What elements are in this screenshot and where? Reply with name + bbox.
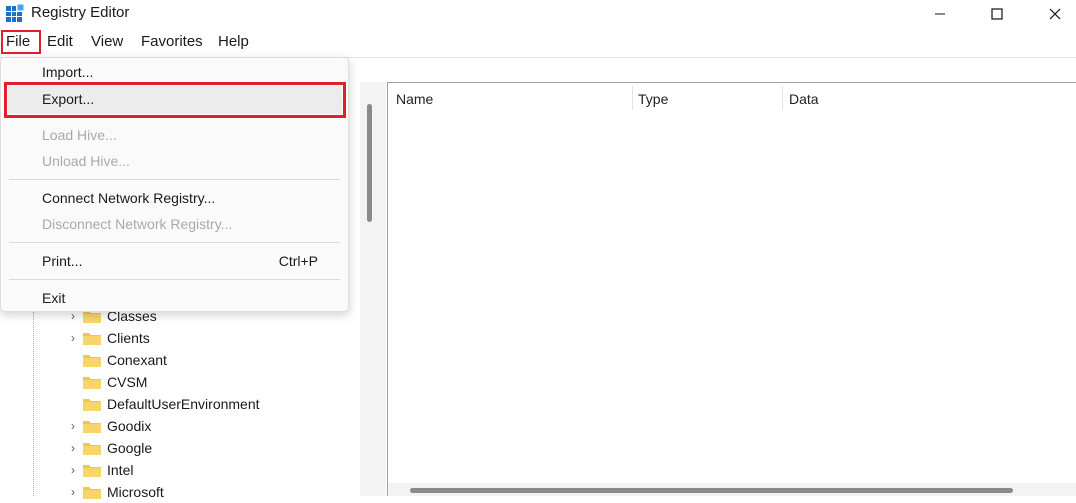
tree-item-conexant[interactable]: Conexant	[67, 349, 167, 371]
tree-item-google[interactable]: › Google	[67, 437, 152, 459]
tree-item-goodix[interactable]: › Goodix	[67, 415, 151, 437]
close-icon	[1049, 8, 1061, 20]
menu-item-unload-hive: Unload Hive...	[42, 153, 130, 169]
minimize-button[interactable]	[910, 0, 970, 28]
menu-bar: File Edit View Favorites Help	[0, 30, 1076, 55]
menu-separator	[9, 242, 340, 243]
menu-item-exit[interactable]: Exit	[42, 290, 65, 306]
folder-icon	[83, 399, 101, 411]
menu-item-disconnect-network-registry: Disconnect Network Registry...	[42, 216, 233, 232]
column-header-name[interactable]: Name	[396, 91, 433, 107]
registry-editor-icon	[6, 4, 24, 22]
folder-icon	[83, 465, 101, 477]
tree-item-microsoft[interactable]: › Microsoft	[67, 481, 164, 503]
window-title: Registry Editor	[31, 4, 130, 21]
column-divider[interactable]	[632, 86, 633, 110]
tree-item-cvsm[interactable]: CVSM	[67, 371, 147, 393]
column-header-data[interactable]: Data	[789, 91, 819, 107]
menu-favorites[interactable]: Favorites	[141, 33, 203, 50]
chevron-right-icon[interactable]: ›	[67, 441, 79, 455]
menu-edit[interactable]: Edit	[47, 33, 73, 50]
values-horizontal-scrollbar-thumb[interactable]	[410, 488, 1013, 493]
folder-icon	[83, 487, 101, 499]
menu-item-load-hive: Load Hive...	[42, 127, 117, 143]
tree-item-intel[interactable]: › Intel	[67, 459, 133, 481]
export-highlight-box	[4, 82, 346, 118]
title-bar: Registry Editor	[0, 0, 1076, 28]
menu-item-print[interactable]: Print...	[42, 253, 82, 269]
tree-item-clients[interactable]: › Clients	[67, 327, 150, 349]
folder-icon	[83, 333, 101, 345]
tree-vertical-scrollbar-thumb[interactable]	[367, 104, 372, 222]
folder-icon	[83, 355, 101, 367]
maximize-button[interactable]	[967, 0, 1027, 28]
file-menu-dropdown: Import... Export... Load Hive... Unload …	[0, 57, 349, 312]
chevron-right-icon[interactable]: ›	[67, 331, 79, 345]
folder-icon	[83, 377, 101, 389]
tree-item-label: DefaultUserEnvironment	[107, 396, 260, 412]
folder-icon	[83, 421, 101, 433]
close-button[interactable]	[1025, 0, 1076, 28]
print-shortcut: Ctrl+P	[278, 253, 318, 269]
pane-splitter[interactable]	[360, 82, 386, 496]
menu-separator	[9, 179, 340, 180]
values-pane[interactable]: Name Type Data	[387, 82, 1076, 496]
menu-help[interactable]: Help	[218, 33, 249, 50]
tree-item-label: Conexant	[107, 352, 167, 368]
menu-separator	[9, 279, 340, 280]
tree-item-label: Google	[107, 440, 153, 456]
tree-item-label: Microsoft	[107, 484, 164, 500]
maximize-icon	[991, 8, 1003, 20]
tree-item-label: Goodix	[107, 418, 152, 434]
tree-item-label: Intel	[107, 462, 134, 478]
menu-view[interactable]: View	[91, 33, 123, 50]
menu-item-connect-network-registry[interactable]: Connect Network Registry...	[42, 190, 215, 206]
tree-item-defaultuserenvironment[interactable]: DefaultUserEnvironment	[67, 393, 260, 415]
folder-icon	[83, 443, 101, 455]
menu-item-import[interactable]: Import...	[42, 64, 93, 80]
minimize-icon	[935, 13, 945, 15]
column-divider[interactable]	[782, 86, 783, 110]
chevron-right-icon[interactable]: ›	[67, 463, 79, 477]
chevron-right-icon[interactable]: ›	[67, 485, 79, 499]
column-header-type[interactable]: Type	[638, 91, 668, 107]
tree-item-label: Clients	[107, 330, 150, 346]
tree-item-label: CVSM	[107, 374, 148, 390]
tree-guide-line	[33, 312, 34, 496]
file-menu-highlight	[1, 30, 41, 54]
chevron-right-icon[interactable]: ›	[67, 419, 79, 433]
